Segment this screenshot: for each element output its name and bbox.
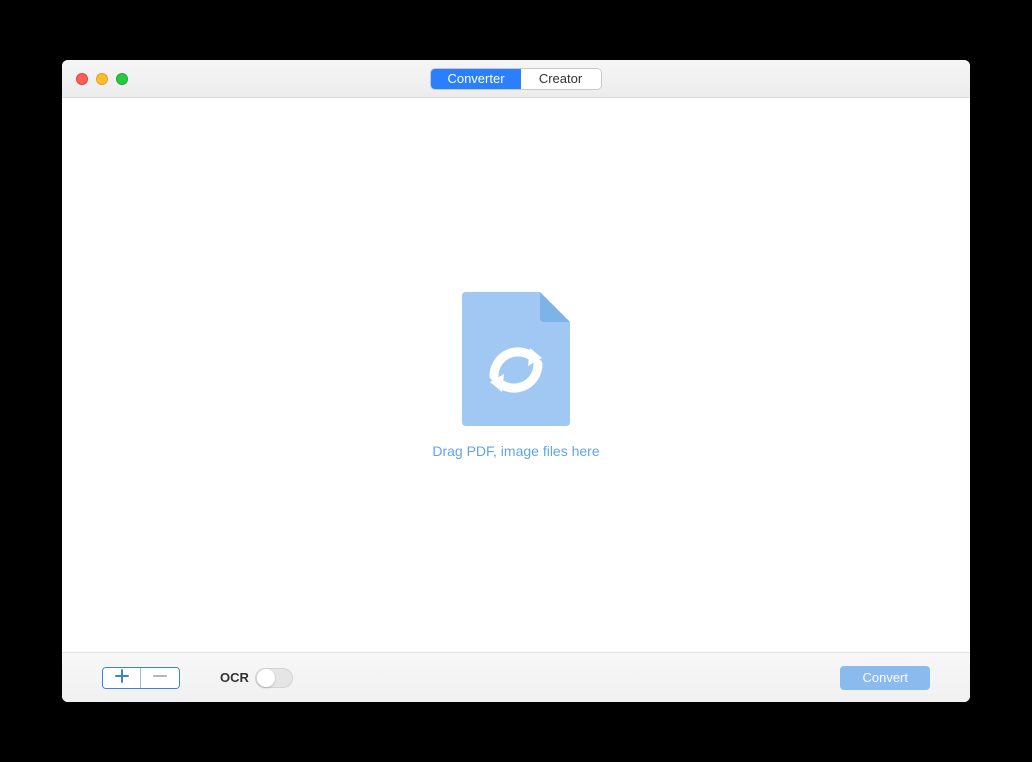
tab-converter-label: Converter xyxy=(447,71,504,86)
titlebar: Converter Creator xyxy=(62,60,970,98)
close-window-button[interactable] xyxy=(76,73,88,85)
file-convert-icon xyxy=(462,292,570,431)
mode-tabs: Converter Creator xyxy=(430,68,601,90)
tab-converter[interactable]: Converter xyxy=(431,69,520,89)
traffic-lights xyxy=(76,73,128,85)
main-area: Drag PDF, image files here xyxy=(62,98,970,652)
convert-button[interactable]: Convert xyxy=(840,666,930,690)
ocr-toggle[interactable] xyxy=(255,668,293,688)
remove-file-button[interactable] xyxy=(141,668,179,688)
ocr-group: OCR xyxy=(220,668,293,688)
add-remove-group xyxy=(102,667,180,689)
drop-zone[interactable]: Drag PDF, image files here xyxy=(432,292,599,459)
minus-icon xyxy=(153,669,167,686)
tab-creator-label: Creator xyxy=(539,71,582,86)
app-window: Converter Creator Dr xyxy=(62,60,970,702)
convert-button-label: Convert xyxy=(862,670,908,685)
ocr-label: OCR xyxy=(220,670,249,685)
tab-creator[interactable]: Creator xyxy=(521,69,601,89)
plus-icon xyxy=(115,669,129,686)
maximize-window-button[interactable] xyxy=(116,73,128,85)
footer-toolbar: OCR Convert xyxy=(62,652,970,702)
add-file-button[interactable] xyxy=(103,668,141,688)
drop-zone-label: Drag PDF, image files here xyxy=(432,443,599,459)
minimize-window-button[interactable] xyxy=(96,73,108,85)
toggle-knob xyxy=(257,669,275,687)
